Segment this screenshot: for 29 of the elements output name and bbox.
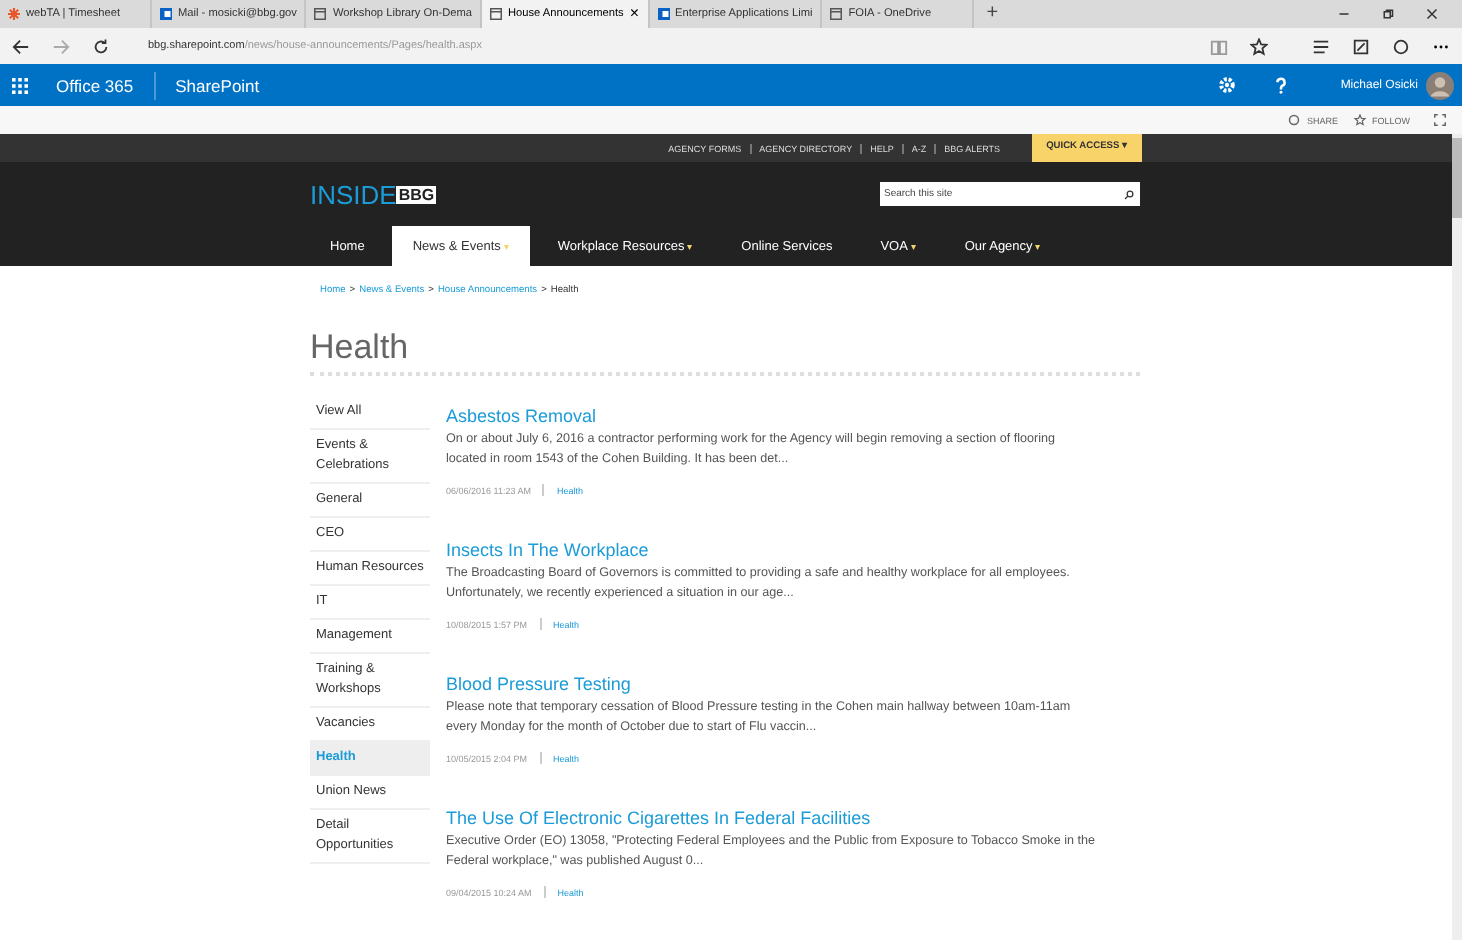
settings-icon[interactable] [1218,76,1237,94]
page-icon [490,8,502,20]
asterisk-icon [8,8,20,20]
avatar-icon[interactable] [1426,71,1454,99]
hub-icon[interactable] [1312,37,1330,55]
new-tab-button[interactable]: + [974,0,1011,28]
scrollbar-thumb[interactable] [1452,138,1462,218]
mail-icon [160,8,172,20]
sharepoint-link[interactable]: SharePoint [155,75,260,95]
star-icon [1353,114,1366,126]
close-icon[interactable] [1426,8,1438,20]
note-icon[interactable] [1352,37,1370,55]
scrollbar[interactable] [1452,134,1462,940]
close-tab-button[interactable]: × [629,6,640,22]
page-title: Health [310,328,411,368]
mail-icon [657,8,670,20]
back-icon[interactable] [12,37,30,55]
office-365-link[interactable]: Office 365 [56,71,156,99]
restore-icon[interactable] [1382,8,1394,20]
minimize-icon[interactable] [1338,8,1350,20]
focus-icon[interactable] [1434,114,1446,126]
page-icon [830,8,843,20]
app-launcher-icon[interactable] [12,77,28,93]
refresh-icon[interactable] [92,37,110,55]
help-icon[interactable] [1272,76,1291,94]
search-icon[interactable] [1124,189,1134,199]
star-icon[interactable] [1250,37,1268,55]
book-icon[interactable] [1210,37,1228,55]
page-icon [314,8,327,20]
